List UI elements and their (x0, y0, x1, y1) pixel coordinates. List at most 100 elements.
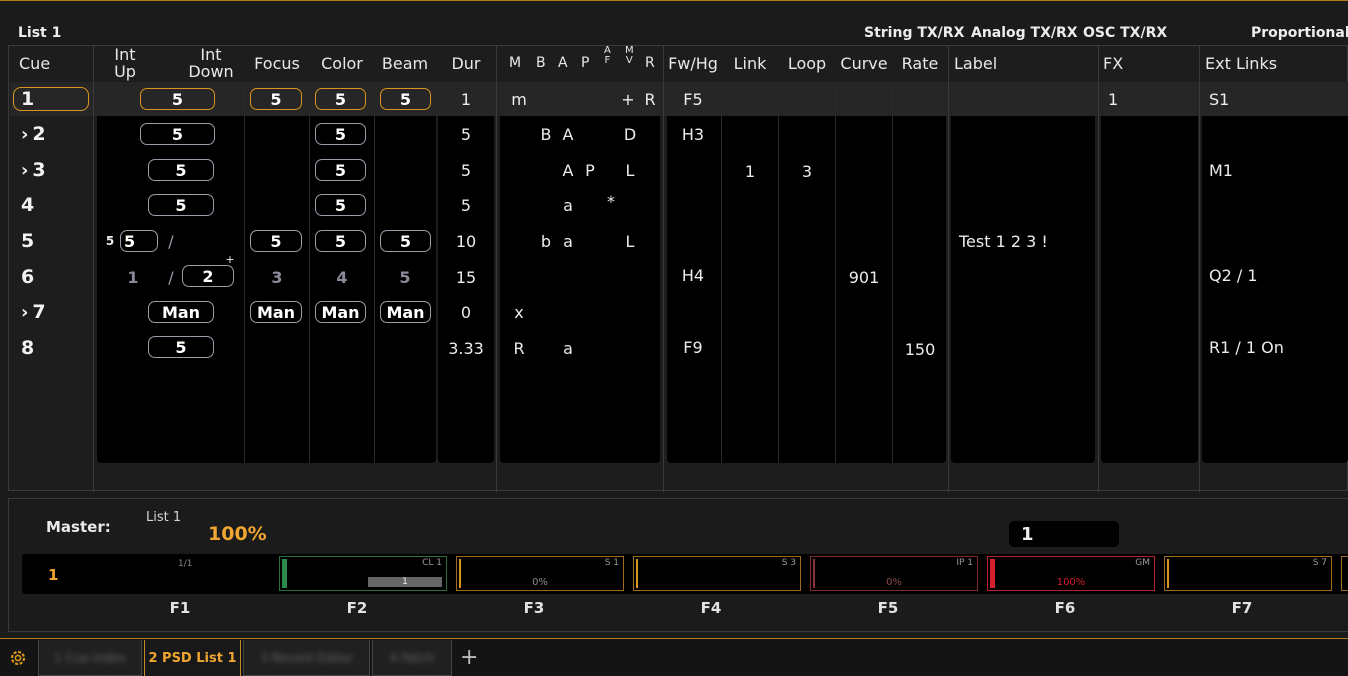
cue-number[interactable]: › 2 (21, 117, 46, 151)
col-header-af[interactable]: A F (604, 46, 611, 80)
color-time[interactable]: 5 (315, 123, 366, 145)
fkey-f3[interactable]: F3 (504, 599, 564, 617)
col-header-cue[interactable]: Cue (19, 46, 50, 80)
master-list-name: List 1 (146, 510, 182, 525)
beam-time[interactable]: 5 (375, 260, 435, 294)
int-up-time[interactable]: 1 (126, 260, 140, 294)
focus-time[interactable]: 5 (250, 230, 302, 252)
cue-number[interactable]: 5 (21, 224, 34, 258)
dur-value: 5 (460, 124, 472, 144)
osc-txrx-indicator: OSC TX/RX (1083, 25, 1168, 41)
beam-time[interactable]: 5 (380, 88, 431, 110)
col-header-m[interactable]: M (509, 46, 521, 80)
int-up-time[interactable]: 5 (148, 336, 214, 358)
color-time[interactable]: 5 (315, 230, 366, 252)
fwhg-value: F9 (683, 337, 703, 357)
cue-number[interactable]: › 3 (21, 153, 46, 187)
col-header-fwhg[interactable]: Fw/Hg (665, 46, 721, 80)
focus-time[interactable]: 5 (250, 88, 302, 110)
fader-stripe (1167, 559, 1169, 588)
fkey-f1[interactable]: F1 (150, 599, 210, 617)
col-divider (892, 82, 893, 463)
focus-time[interactable]: Man (250, 301, 302, 323)
tab-cue-index[interactable]: 1 Cue Index (38, 640, 142, 676)
int-down-time[interactable]: 2 (182, 265, 234, 287)
int-up-time[interactable]: 5 (140, 123, 215, 145)
int-up-time[interactable]: 5 (148, 194, 214, 216)
col-header-dur[interactable]: Dur (438, 46, 494, 80)
col-header-focus[interactable]: Focus (245, 46, 309, 80)
fader-bar: 1 1/1 CL 1 1 S 1 0% S 3 IP 1 0% GM 100% … (22, 554, 1348, 594)
col-header-fx[interactable]: FX (1103, 46, 1123, 80)
cue-label: Test 1 2 3 ! (959, 231, 1048, 251)
int-up-time[interactable]: Man (148, 301, 214, 323)
col-header-b[interactable]: B (536, 46, 546, 80)
col-header-beam[interactable]: Beam (375, 46, 435, 80)
col-header-a[interactable]: A (558, 46, 568, 80)
beam-time[interactable]: 5 (380, 230, 431, 252)
col-header-p[interactable]: P (581, 46, 589, 80)
dur-value: 0 (460, 302, 472, 322)
tab-psd-list[interactable]: 2 PSD List 1 (144, 640, 241, 676)
col-header-color[interactable]: Color (310, 46, 374, 80)
fader-name: GM (1135, 558, 1150, 568)
int-delay-value: 5 (105, 234, 115, 248)
col-header-r[interactable]: R (645, 46, 655, 80)
color-time[interactable]: 5 (315, 194, 366, 216)
col-header-int-up[interactable]: Int Up (105, 46, 145, 80)
fkey-f2[interactable]: F2 (327, 599, 387, 617)
col-header-link[interactable]: Link (722, 46, 778, 80)
fader-f4[interactable]: S 3 (633, 556, 801, 591)
fader-f1[interactable]: 1 1/1 (26, 556, 272, 591)
int-up-time[interactable]: 5 (148, 159, 214, 181)
flag-d: D (623, 124, 637, 144)
color-time[interactable]: Man (315, 301, 366, 323)
tab-patch[interactable]: 4 Patch (372, 640, 452, 676)
fader-cue: 1 (48, 566, 59, 584)
fader-f5[interactable]: IP 1 0% (810, 556, 978, 591)
string-txrx-indicator: String TX/RX (864, 25, 965, 41)
col-header-mv[interactable]: M V (625, 46, 634, 80)
col-header-int-down[interactable]: Int Down (185, 46, 237, 80)
plus-icon[interactable]: + (460, 645, 478, 670)
col-header-label[interactable]: Label (954, 46, 997, 80)
fader-f3[interactable]: S 1 0% (456, 556, 624, 591)
fader-f7[interactable]: S 7 (1164, 556, 1332, 591)
color-time[interactable]: 4 (310, 260, 374, 294)
master-panel: Master: List 1 100% 1 1 1/1 CL 1 1 S 1 0… (8, 498, 1348, 632)
color-time[interactable]: 5 (315, 159, 366, 181)
color-time[interactable]: 5 (315, 88, 366, 110)
cue-number[interactable]: 1 (21, 82, 34, 116)
flag-p: P (585, 160, 595, 180)
cue-number[interactable]: › 7 (21, 295, 46, 329)
flag-a: a (563, 231, 573, 251)
list-title: List 1 (18, 25, 62, 41)
col-header-loop[interactable]: Loop (779, 46, 835, 80)
tab-bar: 1 Cue Index 2 PSD List 1 3 Record Editor… (0, 638, 1348, 676)
col-divider (1199, 46, 1200, 492)
fader-stripe (282, 559, 287, 588)
fkey-f6[interactable]: F6 (1035, 599, 1095, 617)
col-header-curve[interactable]: Curve (836, 46, 892, 80)
fader-f8-partial[interactable] (1341, 556, 1348, 591)
fader-f6[interactable]: GM 100% (987, 556, 1155, 591)
int-up-time[interactable]: 5 (120, 230, 158, 252)
fkey-f5[interactable]: F5 (858, 599, 918, 617)
col-header-rate[interactable]: Rate (893, 46, 947, 80)
cue-number[interactable]: 8 (21, 331, 34, 365)
beam-time[interactable]: Man (380, 301, 431, 323)
flag-m: m (511, 89, 527, 109)
fkey-f7[interactable]: F7 (1212, 599, 1272, 617)
int-slash: / (168, 267, 174, 287)
cue-number[interactable]: 4 (21, 188, 34, 222)
fkey-f4[interactable]: F4 (681, 599, 741, 617)
fader-f2[interactable]: CL 1 1 (279, 556, 447, 591)
gear-icon[interactable] (8, 648, 28, 668)
ext-link-value: M1 (1209, 160, 1233, 180)
col-divider (721, 82, 722, 463)
col-header-ext-links[interactable]: Ext Links (1205, 46, 1277, 80)
tab-record-editor[interactable]: 3 Record Editor (243, 640, 370, 676)
int-up-time[interactable]: 5 (140, 88, 215, 110)
focus-time[interactable]: 3 (245, 260, 309, 294)
cue-number[interactable]: 6 (21, 260, 34, 294)
